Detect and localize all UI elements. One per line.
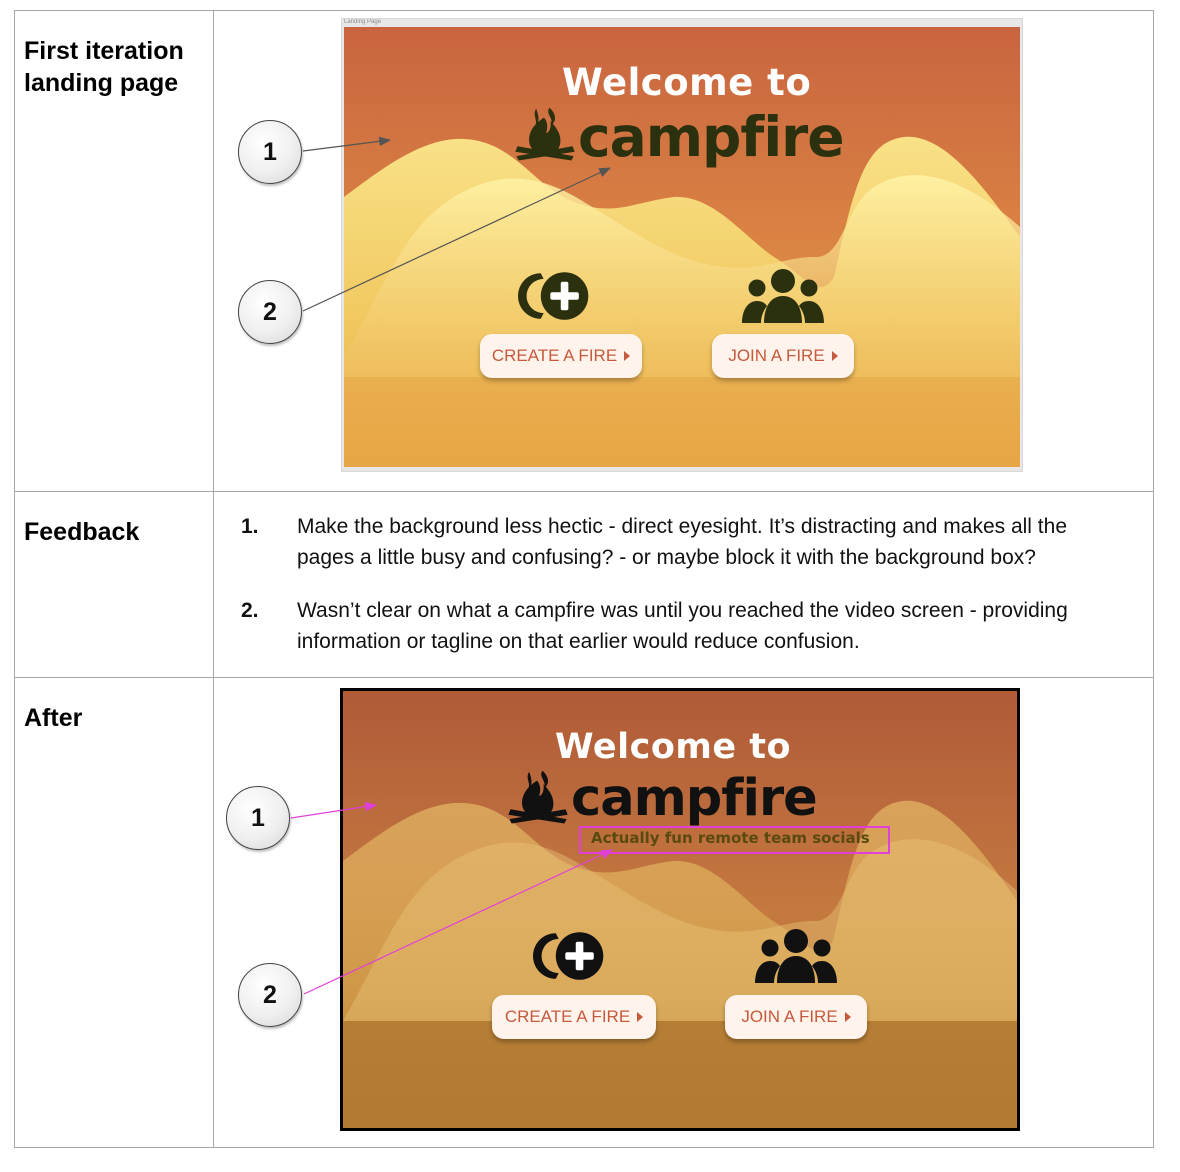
row-after: After Welcome to campfire Actually fun r… — [15, 678, 1153, 1148]
caret-right-icon — [844, 1012, 851, 1022]
caret-right-icon — [831, 351, 838, 361]
callout-marker-2: 2 — [238, 963, 302, 1027]
row-content-cell: Landing Page Welcome to campfire CREATE … — [214, 11, 1153, 491]
row-label-first-iteration: First iteration landing page — [24, 37, 184, 97]
callout-marker-2: 2 — [238, 280, 302, 344]
row-label-after: After — [24, 704, 83, 732]
create-fire-label: CREATE A FIRE — [491, 346, 618, 365]
row-content-cell: Welcome to campfire Actually fun remote … — [214, 678, 1153, 1148]
feedback-number: 1. — [241, 515, 259, 538]
frame-label: Landing Page — [344, 19, 382, 25]
join-fire-label: JOIN A FIRE — [741, 1007, 838, 1026]
group-people-icon[interactable] — [751, 927, 841, 983]
landing-page-canvas: Welcome to campfire Actually fun remote … — [343, 691, 1017, 1128]
feedback-content-cell: 1. Make the background less hectic - dir… — [214, 492, 1153, 677]
row-feedback: Feedback 1. Make the background less hec… — [15, 492, 1153, 678]
tagline-text: Actually fun remote team socials — [591, 829, 870, 847]
row-label-cell: Feedback — [15, 492, 214, 677]
feedback-line: Wasn’t clear on what a campfire was unti… — [297, 599, 1068, 622]
row-label-cell: After — [15, 678, 214, 1148]
campfire-brand-text: campfire — [571, 769, 818, 828]
campfire-brand-text: campfire — [578, 105, 845, 169]
create-fire-button[interactable]: CREATE A FIRE — [480, 334, 642, 378]
create-fire-plus-icon[interactable] — [533, 927, 609, 985]
callout-marker-1: 1 — [238, 120, 302, 184]
join-fire-button[interactable]: JOIN A FIRE — [712, 334, 854, 378]
feedback-table: First iteration landing page Landing Pag… — [14, 10, 1154, 1148]
campfire-logo-icon — [512, 105, 578, 161]
join-fire-label: JOIN A FIRE — [728, 346, 825, 365]
feedback-line: pages a little busy and confusing? - or … — [297, 546, 1036, 569]
create-fire-label: CREATE A FIRE — [504, 1007, 631, 1026]
landing-page-canvas: Welcome to campfire CREATE A FIRE JOIN A… — [344, 27, 1020, 467]
row-first-iteration: First iteration landing page Landing Pag… — [15, 11, 1153, 492]
callout-marker-1: 1 — [226, 786, 290, 850]
feedback-number: 2. — [241, 599, 259, 622]
group-people-icon[interactable] — [738, 267, 828, 323]
row-label-feedback: Feedback — [24, 518, 140, 546]
join-fire-button[interactable]: JOIN A FIRE — [725, 995, 867, 1039]
welcome-heading: Welcome to — [555, 727, 792, 767]
create-fire-plus-icon[interactable] — [518, 267, 594, 325]
caret-right-icon — [637, 1012, 644, 1022]
first-iteration-screenshot: Landing Page Welcome to campfire CREATE … — [341, 18, 1023, 472]
feedback-line: information or tagline on that earlier w… — [297, 630, 860, 653]
welcome-heading: Welcome to — [562, 61, 812, 104]
row-label-cell: First iteration landing page — [15, 11, 214, 491]
feedback-line: Make the background less hectic - direct… — [297, 515, 1067, 538]
create-fire-button[interactable]: CREATE A FIRE — [492, 995, 656, 1039]
caret-right-icon — [624, 351, 631, 361]
after-screenshot: Welcome to campfire Actually fun remote … — [340, 688, 1020, 1131]
campfire-logo-icon — [505, 768, 571, 824]
